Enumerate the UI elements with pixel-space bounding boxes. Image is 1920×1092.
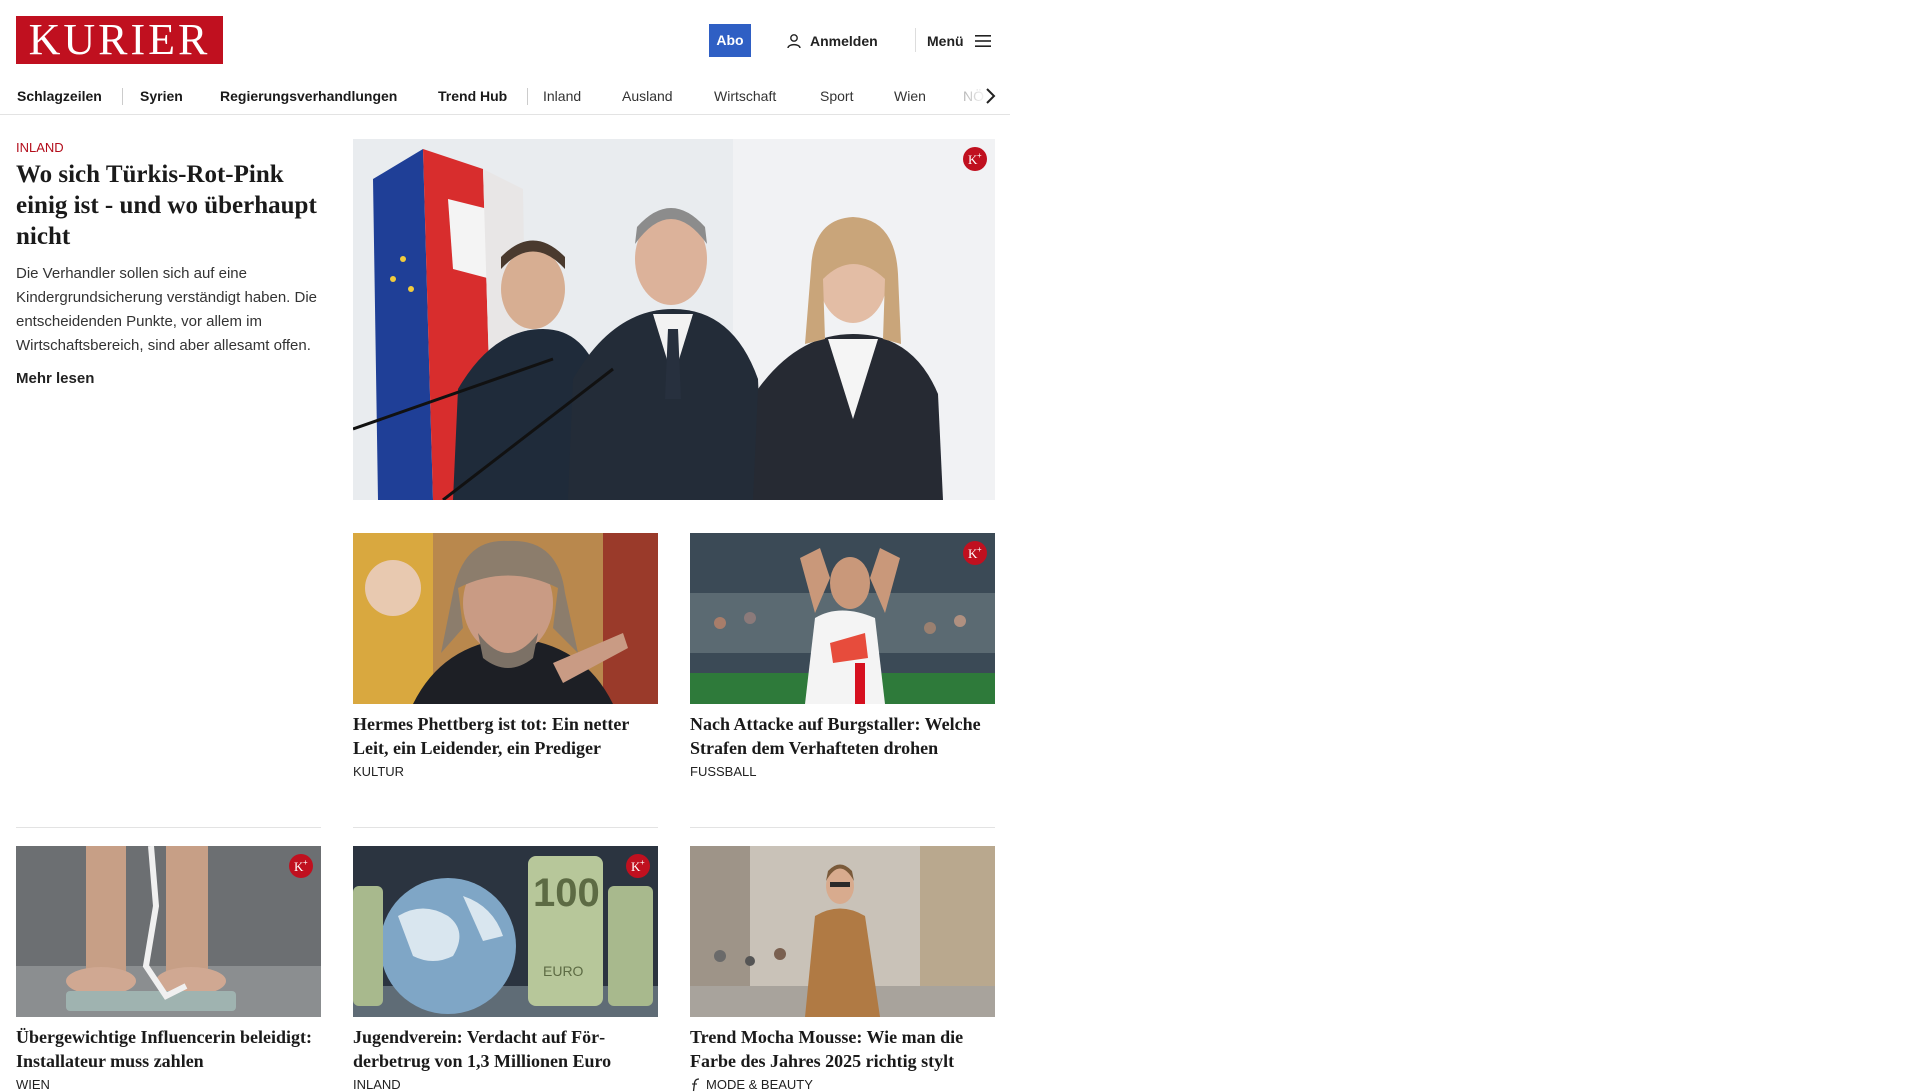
phettberg-photo [353, 533, 658, 704]
category-label: INLAND [353, 1077, 401, 1092]
section-nav: Schlagzeilen Syrien Regierungsverhandlun… [0, 78, 1010, 115]
hero-image[interactable]: K + [353, 139, 995, 500]
euro-globe-photo: 100 EURO [353, 846, 658, 1017]
nav-item-wirtschaft[interactable]: Wirtschaft [714, 78, 776, 114]
article-category[interactable]: WIEN [16, 1077, 321, 1092]
article-thumbnail[interactable] [353, 533, 658, 704]
nav-item-regierungsverhandlungen[interactable]: Regierungsverhandlungen [220, 78, 397, 114]
category-label: KULTUR [353, 764, 405, 779]
menu-label: Menü [927, 32, 964, 49]
svg-text:+: + [640, 858, 645, 867]
hero-kicker[interactable]: INLAND [16, 140, 321, 155]
page: KURIER Abo Anmelden Menü Schlagzeilen Sy… [0, 0, 1010, 1092]
scale-photo [16, 846, 321, 1017]
article-title[interactable]: Trend Mocha Mousse: Wie man die Farbe de… [690, 1025, 995, 1073]
category-label: WIEN [16, 1077, 50, 1092]
menu-button[interactable]: Menü [927, 24, 992, 57]
read-more-link[interactable]: Mehr lesen [16, 370, 321, 387]
article-thumbnail[interactable]: K + [16, 846, 321, 1017]
site-header: KURIER Abo Anmelden Menü [0, 0, 1010, 78]
hamburger-icon [974, 34, 991, 47]
article-card[interactable]: Trend Mocha Mousse: Wie man die Farbe de… [690, 846, 995, 1092]
hero-teaser: Die Verhandler sollen sich auf eine Kind… [16, 265, 318, 354]
article-thumbnail[interactable]: K + [690, 533, 995, 704]
article-card[interactable]: K + Nach Attacke auf Burgstaller: Wel­ch… [690, 533, 995, 779]
nav-item-trend-hub[interactable]: Trend Hub [438, 78, 507, 114]
nav-divider [122, 88, 123, 105]
nav-item-schlagzeilen[interactable]: Schlagzeilen [17, 78, 102, 114]
nav-item-syrien[interactable]: Syrien [140, 78, 183, 114]
svg-text:EURO: EURO [543, 963, 584, 979]
hero-article[interactable]: INLAND Wo sich Türkis-Rot-Pink einig ist… [16, 140, 321, 387]
section-divider [353, 827, 658, 828]
article-category[interactable]: INLAND [353, 1077, 658, 1092]
article-card[interactable]: 100 EURO K + Jugendverein: Verdacht auf … [353, 846, 658, 1092]
category-label: FUSSBALL [690, 764, 757, 779]
article-thumbnail[interactable] [690, 846, 995, 1017]
article-title[interactable]: Nach Attacke auf Burgstaller: Wel­che St… [690, 712, 995, 760]
category-label: MODE & BEAUTY [706, 1077, 813, 1092]
kurier-logo[interactable]: KURIER [16, 16, 223, 64]
kplus-badge-icon: K + [963, 147, 987, 171]
section-divider [690, 827, 995, 828]
nav-item-inland[interactable]: Inland [543, 78, 581, 114]
login-button[interactable]: Anmelden [786, 24, 878, 57]
article-thumbnail[interactable]: 100 EURO K + [353, 846, 658, 1017]
abo-button[interactable]: Abo [709, 24, 751, 57]
nav-item-ausland[interactable]: Ausland [622, 78, 673, 114]
login-label: Anmelden [810, 32, 878, 49]
svg-text:+: + [303, 858, 308, 867]
article-card[interactable]: K + Übergewichtige Influencerin belei­di… [16, 846, 321, 1092]
svg-text:+: + [977, 151, 982, 160]
article-title[interactable]: Übergewichtige Influencerin belei­digt: … [16, 1025, 321, 1073]
kplus-badge-icon: K + [289, 854, 313, 878]
svg-text:+: + [977, 545, 982, 554]
hero-title[interactable]: Wo sich Türkis-Rot-Pink einig ist - und … [16, 159, 321, 252]
article-title[interactable]: Jugendverein: Verdacht auf För­derbetrug… [353, 1025, 658, 1073]
nav-divider [527, 88, 528, 105]
kplus-badge-icon: K + [626, 854, 650, 878]
article-card[interactable]: Hermes Phettberg ist tot: Ein netter Lei… [353, 533, 658, 779]
kplus-badge-icon: K + [963, 541, 987, 565]
chevron-right-icon[interactable] [978, 84, 1002, 108]
burgstaller-photo [690, 533, 995, 704]
article-category[interactable]: MODE & BEAUTY [690, 1077, 995, 1092]
header-divider [915, 28, 916, 52]
mocha-fashion-photo [690, 846, 995, 1017]
article-category[interactable]: FUSSBALL [690, 764, 995, 779]
nav-item-wien[interactable]: Wien [894, 78, 926, 114]
hero-photo [353, 139, 995, 500]
section-divider [16, 827, 321, 828]
user-icon [787, 33, 801, 48]
nav-item-sport[interactable]: Sport [820, 78, 853, 114]
article-title[interactable]: Hermes Phettberg ist tot: Ein netter Lei… [353, 712, 658, 760]
article-category[interactable]: KULTUR [353, 764, 658, 779]
svg-text:100: 100 [533, 871, 600, 915]
